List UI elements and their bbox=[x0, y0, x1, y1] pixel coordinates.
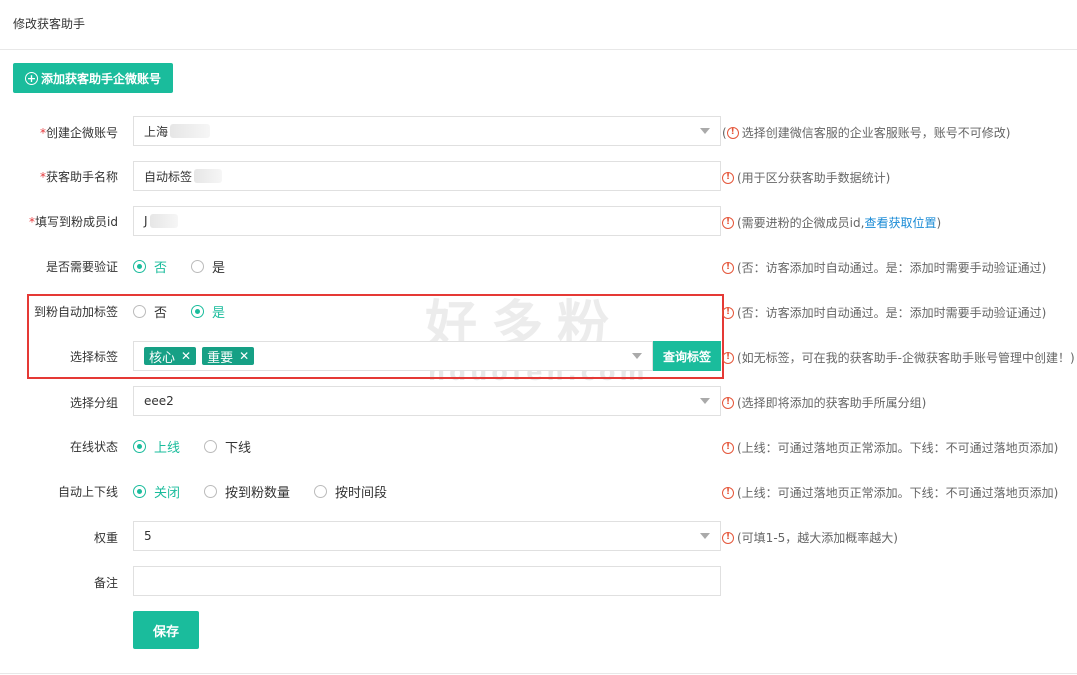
chevron-down-icon bbox=[700, 128, 710, 134]
warning-icon: ! bbox=[722, 351, 734, 364]
remark-label: 备注 bbox=[93, 576, 118, 590]
query-tags-button[interactable]: 查询标签 bbox=[653, 341, 721, 371]
radio-icon bbox=[204, 485, 218, 498]
radio-checked-icon bbox=[191, 305, 205, 318]
warning-icon: ! bbox=[722, 216, 734, 229]
auto-switch-radio-group: 关闭 按到粉数量 按时间段 bbox=[133, 482, 411, 501]
name-hint: ! (用于区分获客助手数据统计) bbox=[722, 169, 890, 186]
blurred-text bbox=[194, 169, 223, 183]
group-select-value: eee2 bbox=[144, 394, 174, 408]
group-label: 选择分组 bbox=[69, 396, 118, 410]
verify-option-yes[interactable]: 是 bbox=[191, 257, 225, 276]
online-option-on[interactable]: 上线 bbox=[133, 437, 180, 456]
weight-hint: ! (可填1-5，越大添加概率越大) bbox=[722, 529, 898, 546]
auto-switch-option-time[interactable]: 按时间段 bbox=[314, 482, 387, 501]
auto-tag-option-no[interactable]: 否 bbox=[133, 302, 167, 321]
chevron-down-icon bbox=[700, 533, 710, 539]
account-select[interactable]: 上海 bbox=[133, 116, 721, 146]
name-input[interactable]: 自动标签 bbox=[133, 161, 721, 191]
radio-checked-icon bbox=[133, 485, 146, 498]
warning-icon: ! bbox=[722, 171, 734, 184]
online-option-off[interactable]: 下线 bbox=[204, 437, 251, 456]
auto-tag-hint: ! (否：访客添加时自动通过。是：添加时需要手动验证通过) bbox=[722, 304, 1046, 321]
tags-hint: ! (如无标签，可在我的获客助手-企微获客助手账号管理中创建！) bbox=[722, 349, 1075, 366]
tag-chip: 重要 ✕ bbox=[202, 347, 255, 366]
weight-label: 权重 bbox=[93, 531, 118, 545]
member-hint: ! (需要进粉的企微成员id, 查看获取位置) bbox=[722, 214, 941, 231]
radio-icon bbox=[191, 260, 205, 273]
add-account-button-label: 添加获客助手企微账号 bbox=[40, 71, 161, 86]
blurred-text bbox=[149, 214, 178, 228]
name-label: *获客助手名称 bbox=[39, 170, 118, 184]
warning-icon: ! bbox=[722, 396, 734, 409]
chevron-down-icon bbox=[700, 398, 710, 404]
chevron-down-icon bbox=[632, 353, 642, 359]
verify-hint: ! (否：访客添加时自动通过。是：添加时需要手动验证通过) bbox=[722, 259, 1046, 276]
radio-checked-icon bbox=[133, 260, 146, 273]
member-id-input-value: J bbox=[144, 214, 148, 228]
group-select[interactable]: eee2 bbox=[133, 386, 721, 416]
name-input-value: 自动标签 bbox=[144, 169, 193, 184]
account-select-value: 上海 bbox=[144, 124, 169, 139]
online-hint: ! (上线：可通过落地页正常添加。下线：不可通过落地页添加) bbox=[722, 439, 1058, 456]
verify-label: 是否需要验证 bbox=[45, 260, 118, 274]
auto-tag-radio-group: 否 是 bbox=[133, 302, 249, 321]
remark-input[interactable] bbox=[133, 566, 721, 596]
warning-icon: ! bbox=[726, 126, 739, 139]
bottom-divider bbox=[0, 673, 1077, 674]
radio-icon bbox=[133, 305, 146, 318]
auto-tag-label: 到粉自动加标签 bbox=[33, 305, 118, 319]
tags-label: 选择标签 bbox=[69, 350, 118, 364]
view-location-link[interactable]: 查看获取位置 bbox=[864, 214, 936, 231]
group-hint: ! (选择即将添加的获客助手所属分组) bbox=[722, 394, 926, 411]
verify-option-no[interactable]: 否 bbox=[133, 257, 167, 276]
member-id-input[interactable]: J bbox=[133, 206, 721, 236]
auto-switch-label: 自动上下线 bbox=[57, 485, 118, 499]
auto-tag-option-yes[interactable]: 是 bbox=[191, 302, 225, 321]
blurred-text bbox=[170, 124, 211, 138]
title-divider bbox=[0, 49, 1077, 50]
verify-radio-group: 否 是 bbox=[133, 257, 249, 276]
radio-checked-icon bbox=[133, 440, 146, 453]
warning-icon: ! bbox=[722, 306, 734, 319]
warning-icon: ! bbox=[722, 261, 734, 274]
online-label: 在线状态 bbox=[69, 440, 118, 454]
tag-chip: 核心 ✕ bbox=[144, 347, 197, 366]
online-radio-group: 上线 下线 bbox=[133, 437, 275, 456]
add-account-button[interactable]: + 添加获客助手企微账号 bbox=[13, 63, 173, 93]
member-label: *填写到粉成员id bbox=[29, 215, 118, 229]
weight-select-value: 5 bbox=[144, 529, 152, 543]
close-icon[interactable]: ✕ bbox=[181, 349, 191, 363]
page-title: 修改获客助手 bbox=[13, 17, 86, 31]
radio-icon bbox=[204, 440, 218, 453]
warning-icon: ! bbox=[722, 486, 734, 499]
account-hint: (! 选择创建微信客服的企业客服账号，账号不可修改) bbox=[722, 125, 1011, 141]
warning-icon: ! bbox=[722, 531, 734, 544]
warning-icon: ! bbox=[722, 441, 734, 454]
auto-switch-hint: ! (上线：可通过落地页正常添加。下线：不可通过落地页添加) bbox=[722, 484, 1058, 501]
auto-switch-option-off[interactable]: 关闭 bbox=[133, 482, 180, 501]
tag-select[interactable]: 核心 ✕ 重要 ✕ bbox=[133, 341, 653, 371]
auto-switch-option-count[interactable]: 按到粉数量 bbox=[204, 482, 290, 501]
account-label: *创建企微账号 bbox=[39, 126, 118, 140]
close-icon[interactable]: ✕ bbox=[239, 349, 249, 363]
plus-circle-icon: + bbox=[24, 71, 38, 85]
radio-icon bbox=[314, 485, 328, 498]
save-button[interactable]: 保存 bbox=[133, 611, 199, 649]
weight-select[interactable]: 5 bbox=[133, 521, 721, 551]
